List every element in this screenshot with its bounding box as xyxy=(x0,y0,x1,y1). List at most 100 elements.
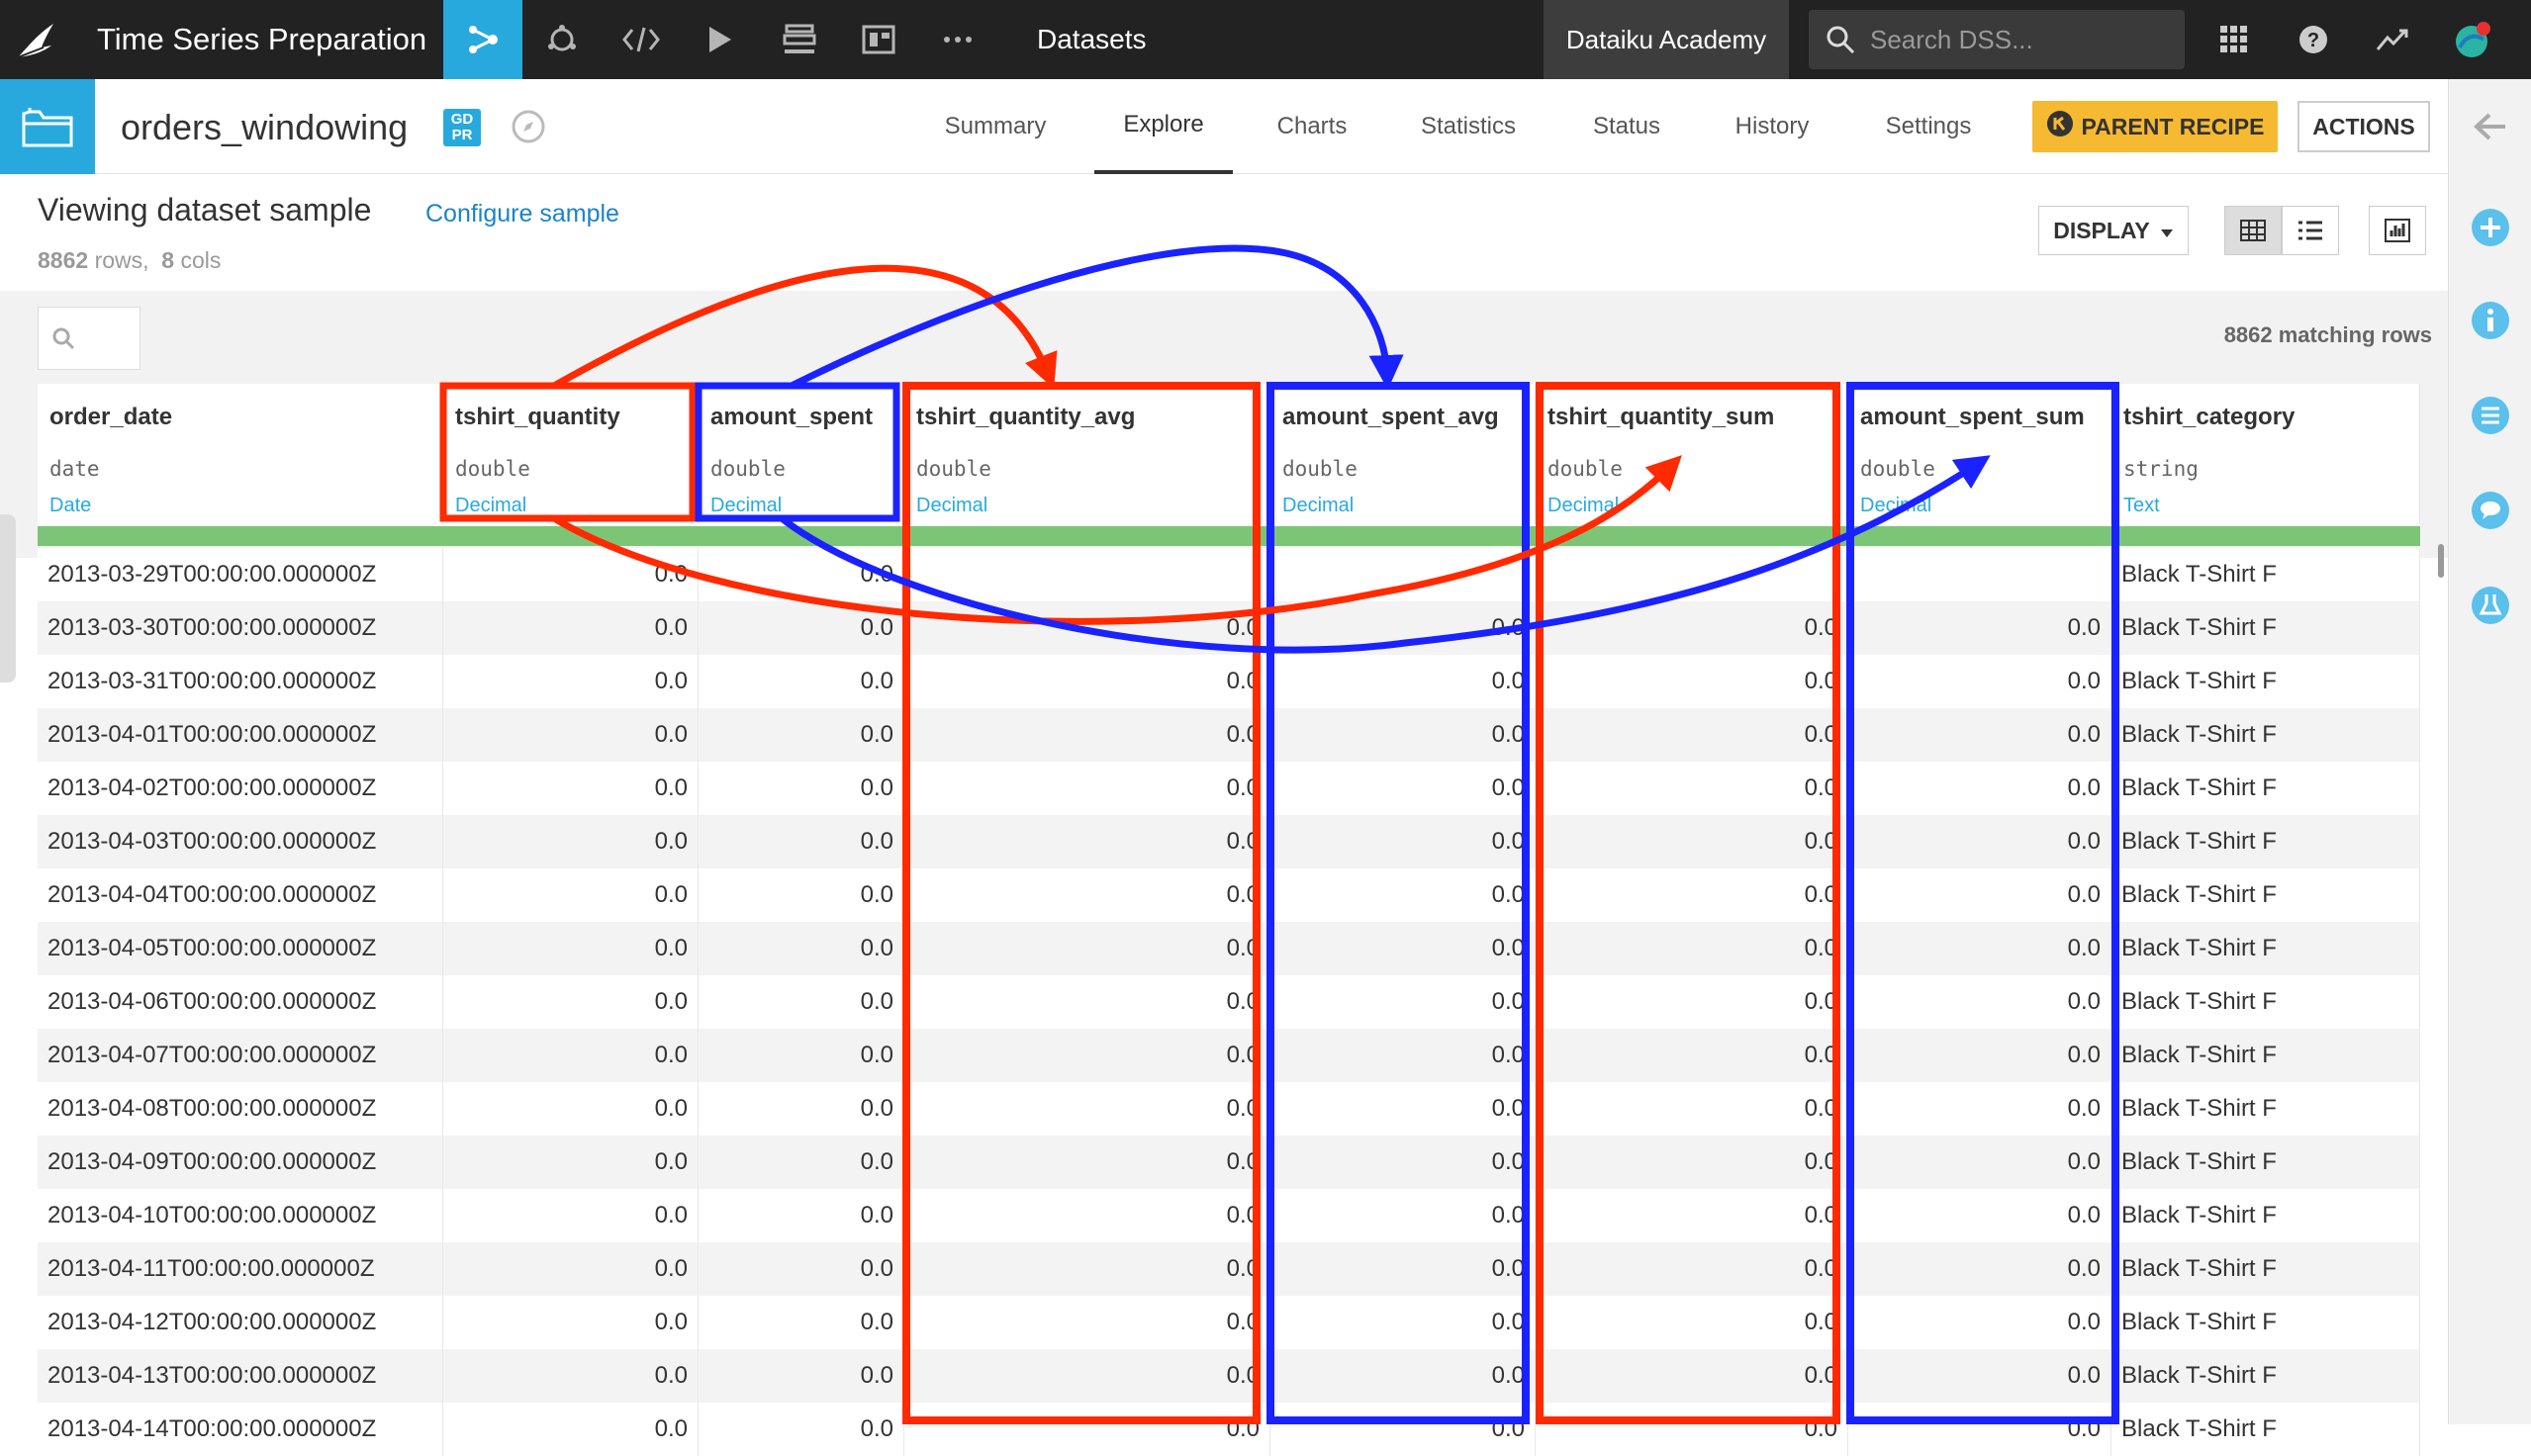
academy-link[interactable]: Dataiku Academy xyxy=(1544,0,1789,79)
table-cell[interactable]: 0.0 xyxy=(443,1189,699,1242)
table-cell[interactable]: 2013-04-05T00:00:00.000000Z xyxy=(38,922,443,975)
table-cell[interactable]: Black T-Shirt F xyxy=(2111,815,2420,868)
table-cell[interactable]: 0.0 xyxy=(443,708,699,762)
table-cell[interactable]: 0.0 xyxy=(699,548,904,601)
table-cell[interactable]: 2013-04-01T00:00:00.000000Z xyxy=(38,708,443,762)
table-cell[interactable]: 0.0 xyxy=(443,868,699,922)
table-cell[interactable] xyxy=(1536,548,1848,601)
table-cell[interactable]: 0.0 xyxy=(699,708,904,762)
table-row[interactable]: 2013-03-30T00:00:00.000000Z 0.0 0.0 0.0 0.0 0… xyxy=(38,601,2420,655)
plus-circle-icon[interactable] xyxy=(2469,206,2512,249)
table-row[interactable]: 2013-04-05T00:00:00.000000Z 0.0 0.0 0.0 0.0 0… xyxy=(38,922,2420,975)
table-cell[interactable]: 0.0 xyxy=(443,1296,699,1349)
table-cell[interactable]: 2013-04-06T00:00:00.000000Z xyxy=(38,975,443,1029)
table-cell[interactable]: 0.0 xyxy=(443,655,699,708)
table-cell[interactable]: 0.0 xyxy=(904,922,1270,975)
table-cell[interactable]: 0.0 xyxy=(443,1136,699,1189)
column-header[interactable]: tshirt_category string Text xyxy=(2111,384,2420,524)
dataset-name[interactable]: orders_windowing xyxy=(121,107,408,148)
table-cell[interactable]: 0.0 xyxy=(1270,975,1536,1029)
table-cell[interactable]: 0.0 xyxy=(699,1029,904,1082)
back-arrow-icon[interactable] xyxy=(2469,105,2512,148)
column-name[interactable]: tshirt_quantity_avg xyxy=(916,404,1135,431)
column-header[interactable]: amount_spent double Decimal xyxy=(699,384,904,524)
table-cell[interactable]: 0.0 xyxy=(1270,1242,1536,1296)
table-cell[interactable]: 0.0 xyxy=(1536,708,1848,762)
table-cell[interactable]: Black T-Shirt F xyxy=(2111,655,2420,708)
dashboard-icon[interactable] xyxy=(839,0,918,79)
column-meaning[interactable]: Decimal xyxy=(455,495,526,517)
table-cell[interactable]: 0.0 xyxy=(443,922,699,975)
table-cell[interactable]: 0.0 xyxy=(699,975,904,1029)
table-cell[interactable]: 0.0 xyxy=(1270,762,1536,815)
column-name[interactable]: tshirt_category xyxy=(2123,404,2295,431)
table-cell[interactable]: Black T-Shirt F xyxy=(2111,1403,2420,1456)
project-title[interactable]: Time Series Preparation xyxy=(97,22,426,57)
apps-grid-icon[interactable] xyxy=(2195,0,2274,79)
table-cell[interactable]: 0.0 xyxy=(1270,1082,1536,1136)
play-icon[interactable] xyxy=(681,0,760,79)
table-cell[interactable]: 0.0 xyxy=(1270,1136,1536,1189)
table-cell[interactable]: 2013-03-30T00:00:00.000000Z xyxy=(38,601,443,655)
table-cell[interactable]: 0.0 xyxy=(904,1082,1270,1136)
table-cell[interactable]: 0.0 xyxy=(904,1029,1270,1082)
column-meaning[interactable]: Decimal xyxy=(1282,495,1354,517)
column-type[interactable]: double xyxy=(1860,457,1935,481)
table-row[interactable]: 2013-04-03T00:00:00.000000Z 0.0 0.0 0.0 0.0 0… xyxy=(38,815,2420,868)
column-header[interactable]: amount_spent_avgdouble Decimal xyxy=(1270,384,1536,524)
table-cell[interactable]: 0.0 xyxy=(699,1403,904,1456)
table-cell[interactable]: 0.0 xyxy=(1848,922,2111,975)
column-name[interactable]: amount_spent_avg xyxy=(1282,404,1499,431)
table-cell[interactable]: 0.0 xyxy=(443,601,699,655)
table-cell[interactable]: 0.0 xyxy=(1536,922,1848,975)
table-cell[interactable]: 0.0 xyxy=(904,601,1270,655)
table-row[interactable]: 2013-04-14T00:00:00.000000Z 0.0 0.0 0.0 0.0 0… xyxy=(38,1403,2420,1456)
table-cell[interactable]: Black T-Shirt F xyxy=(2111,1349,2420,1403)
table-cell[interactable]: 0.0 xyxy=(1536,1189,1848,1242)
table-cell[interactable]: 0.0 xyxy=(699,922,904,975)
table-cell[interactable]: 0.0 xyxy=(1536,1296,1848,1349)
table-cell[interactable]: 0.0 xyxy=(1848,1136,2111,1189)
table-cell[interactable]: Black T-Shirt F xyxy=(2111,548,2420,601)
table-row[interactable]: 2013-04-02T00:00:00.000000Z 0.0 0.0 0.0 0.0 0… xyxy=(38,762,2420,815)
table-cell[interactable]: 0.0 xyxy=(443,1082,699,1136)
table-cell[interactable]: 0.0 xyxy=(904,708,1270,762)
table-cell[interactable]: 0.0 xyxy=(1848,1029,2111,1082)
table-cell[interactable]: 0.0 xyxy=(1270,1189,1536,1242)
table-row[interactable]: 2013-04-12T00:00:00.000000Z 0.0 0.0 0.0 0.0 0… xyxy=(38,1296,2420,1349)
table-cell[interactable]: 0.0 xyxy=(1848,762,2111,815)
column-header[interactable]: tshirt_quantity double Decimal xyxy=(443,384,699,524)
more-icon[interactable] xyxy=(918,0,997,79)
table-cell[interactable]: 0.0 xyxy=(1536,1242,1848,1296)
column-header[interactable]: tshirt_quantity_sum double Decimal xyxy=(1536,384,1848,524)
table-cell[interactable]: 0.0 xyxy=(1270,922,1536,975)
table-cell[interactable]: 2013-04-07T00:00:00.000000Z xyxy=(38,1029,443,1082)
table-cell[interactable]: 0.0 xyxy=(699,601,904,655)
table-cell[interactable]: 0.0 xyxy=(904,1403,1270,1456)
column-type[interactable]: double xyxy=(1547,457,1623,481)
table-cell[interactable]: 0.0 xyxy=(1536,815,1848,868)
table-cell[interactable]: 0.0 xyxy=(1536,1082,1848,1136)
column-meaning[interactable]: Decimal xyxy=(916,495,987,517)
table-cell[interactable]: 0.0 xyxy=(1270,655,1536,708)
column-header[interactable]: tshirt_quantity_avg double Decimal xyxy=(904,384,1270,524)
table-cell[interactable]: 0.0 xyxy=(1848,1296,2111,1349)
table-cell[interactable]: Black T-Shirt F xyxy=(2111,601,2420,655)
table-cell[interactable]: 2013-04-02T00:00:00.000000Z xyxy=(38,762,443,815)
table-cell[interactable]: 0.0 xyxy=(904,815,1270,868)
column-type[interactable]: double xyxy=(1282,457,1358,481)
table-view-icon[interactable] xyxy=(2224,206,2282,255)
vertical-scrollbar[interactable] xyxy=(2438,544,2444,578)
table-cell[interactable]: Black T-Shirt F xyxy=(2111,1296,2420,1349)
table-cell[interactable]: 2013-04-03T00:00:00.000000Z xyxy=(38,815,443,868)
table-cell[interactable]: Black T-Shirt F xyxy=(2111,922,2420,975)
table-cell[interactable]: 0.0 xyxy=(699,1242,904,1296)
column-type[interactable]: double xyxy=(710,457,786,481)
table-cell[interactable]: 0.0 xyxy=(904,655,1270,708)
table-cell[interactable]: 0.0 xyxy=(443,762,699,815)
table-cell[interactable]: 0.0 xyxy=(1270,708,1536,762)
table-row[interactable]: 2013-04-11T00:00:00.000000Z 0.0 0.0 0.0 0.0 0… xyxy=(38,1242,2420,1296)
compass-icon[interactable] xyxy=(511,109,546,144)
dataiku-bird-icon[interactable] xyxy=(14,18,63,61)
table-cell[interactable]: 0.0 xyxy=(1848,975,2111,1029)
